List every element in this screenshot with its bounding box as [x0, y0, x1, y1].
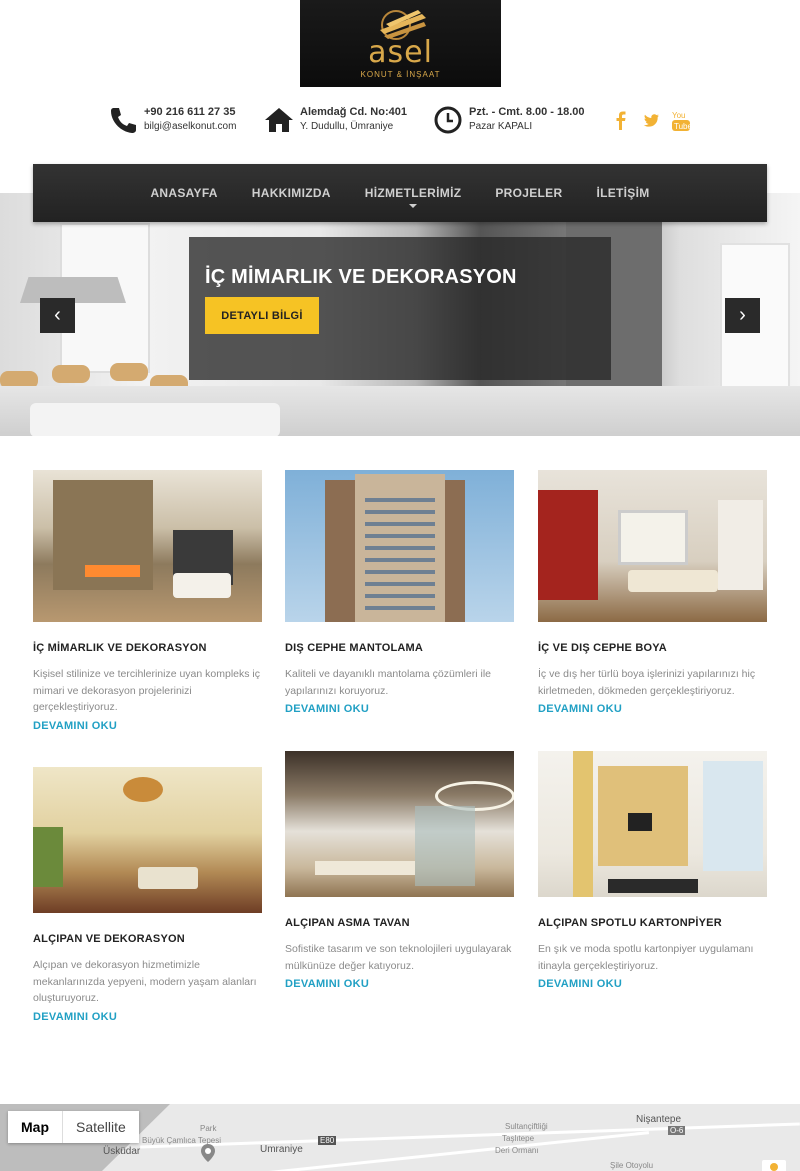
map-road — [140, 1122, 800, 1149]
read-more-link[interactable]: DEVAMINI OKU — [538, 978, 622, 990]
map-tab-map[interactable]: Map — [8, 1111, 63, 1143]
map-label: O-6 — [668, 1126, 686, 1135]
map-label: Nişantepe — [636, 1114, 682, 1125]
youtube-icon[interactable]: You Tube — [672, 110, 692, 131]
service-card: ALÇIPAN ASMA TAVAN Sofistike tasarım ve … — [285, 751, 514, 992]
slider-prev-button[interactable]: ‹ — [40, 298, 75, 333]
facebook-icon[interactable] — [612, 110, 630, 130]
service-title: ALÇIPAN VE DEKORASYON — [33, 933, 185, 945]
service-title: İÇ VE DIŞ CEPHE BOYA — [538, 642, 667, 654]
clock-icon — [434, 106, 462, 134]
service-title: DIŞ CEPHE MANTOLAMA — [285, 642, 424, 654]
nav-item-home[interactable]: ANASAYFA — [150, 186, 217, 200]
map-label: Park — [200, 1124, 217, 1133]
street-view-pegman-icon[interactable] — [762, 1160, 786, 1171]
chevron-right-icon: › — [739, 304, 746, 326]
caret-down-icon — [409, 204, 418, 208]
brand-name: asel — [368, 35, 433, 70]
read-more-link[interactable]: DEVAMINI OKU — [33, 1011, 117, 1023]
service-title: ALÇIPAN SPOTLU KARTONPİYER — [538, 917, 722, 929]
nav-item-services-label: HİZMETLERİMİZ — [364, 186, 462, 200]
main-nav: ANASAYFA HAKKIMIZDA HİZMETLERİMİZ PROJEL… — [33, 164, 767, 222]
nav-item-about[interactable]: HAKKIMIZDA — [252, 186, 331, 200]
address-line2: Y. Dudullu, Ümraniye — [300, 121, 394, 132]
service-text: Sofistike tasarım ve son teknolojileri u… — [285, 943, 512, 972]
nav-item-projects[interactable]: PROJELER — [495, 186, 562, 200]
read-more-link[interactable]: DEVAMINI OKU — [33, 720, 117, 732]
contact-hours-block: Pzt. - Cmt. 8.00 - 18.00 Pazar KAPALI — [433, 105, 585, 139]
contact-phone-block: +90 216 611 27 35 bilgi@aselkonut.com — [108, 105, 236, 139]
map-label: Şile Otoyolu — [610, 1161, 654, 1170]
service-text: Kaliteli ve dayanıklı mantolama çözümler… — [285, 668, 492, 697]
service-text: Alçıpan ve dekorasyon hizmetimizle mekan… — [33, 959, 257, 1004]
service-text: Kişisel stilinize ve tercihlerinize uyan… — [33, 668, 261, 713]
contact-address-block: Alemdağ Cd. No:401 Y. Dudullu, Ümraniye — [264, 105, 407, 139]
email-address[interactable]: bilgi@aselkonut.com — [144, 120, 236, 134]
svg-text:Tube: Tube — [674, 122, 690, 131]
service-image-cornice[interactable] — [538, 751, 767, 897]
social-links: You Tube — [612, 110, 692, 131]
slider-next-button[interactable]: › — [725, 298, 760, 333]
read-more-link[interactable]: DEVAMINI OKU — [285, 978, 369, 990]
hours-line1: Pzt. - Cmt. 8.00 - 18.00 — [469, 106, 585, 118]
hero-title: İÇ MİMARLIK VE DEKORASYON — [205, 266, 517, 288]
brand-tagline: KONUT & İNŞAAT — [360, 70, 441, 79]
home-icon — [265, 108, 293, 132]
nav-item-contact[interactable]: İLETİŞİM — [596, 186, 649, 200]
phone-number[interactable]: +90 216 611 27 35 — [144, 105, 236, 120]
service-text: En şık ve moda spotlu kartonpiyer uygula… — [538, 943, 754, 972]
map-label: Umraniye — [260, 1144, 303, 1155]
address-line1: Alemdağ Cd. No:401 — [300, 106, 407, 118]
service-image-interior[interactable] — [33, 470, 262, 622]
service-card: ALÇIPAN VE DEKORASYON Alçıpan ve dekoras… — [33, 767, 262, 1025]
map-type-toggle: Map Satellite — [8, 1111, 139, 1143]
hero-sofa-graphic — [30, 403, 280, 436]
map-label: Deri Ormanı — [495, 1146, 539, 1155]
service-image-paint[interactable] — [538, 470, 767, 622]
map-label: E80 — [318, 1136, 337, 1145]
read-more-link[interactable]: DEVAMINI OKU — [285, 703, 369, 715]
hero-caption: İÇ MİMARLIK VE DEKORASYON DETAYLI BİLGİ — [189, 237, 611, 380]
read-more-link[interactable]: DEVAMINI OKU — [538, 703, 622, 715]
service-title: İÇ MİMARLIK VE DEKORASYON — [33, 642, 207, 654]
hero-chair-graphic — [110, 363, 148, 381]
map-pin-icon[interactable] — [201, 1144, 215, 1162]
service-card: İÇ VE DIŞ CEPHE BOYA İç ve dış her türlü… — [538, 470, 767, 717]
map-label: Üsküdar — [103, 1146, 141, 1157]
service-card: ALÇIPAN SPOTLU KARTONPİYER En şık ve mod… — [538, 751, 767, 992]
service-card: DIŞ CEPHE MANTOLAMA Kaliteli ve dayanıkl… — [285, 470, 514, 717]
service-image-facade[interactable] — [285, 470, 514, 622]
twitter-icon[interactable] — [642, 110, 660, 130]
hero-detail-button[interactable]: DETAYLI BİLGİ — [205, 297, 319, 334]
site-logo[interactable]: asel KONUT & İNŞAAT — [300, 0, 501, 87]
service-card: İÇ MİMARLIK VE DEKORASYON Kişisel stilin… — [33, 470, 262, 734]
hours-line2: Pazar KAPALI — [469, 121, 533, 132]
service-image-drywall-decor[interactable] — [33, 767, 262, 913]
svg-text:You: You — [672, 111, 686, 120]
service-title: ALÇIPAN ASMA TAVAN — [285, 917, 410, 929]
phone-icon — [111, 108, 136, 133]
service-text: İç ve dış her türlü boya işlerinizi yapı… — [538, 668, 756, 697]
service-image-suspended-ceiling[interactable] — [285, 751, 514, 897]
hero-chair-graphic — [52, 365, 90, 383]
map-tab-satellite[interactable]: Satellite — [63, 1111, 139, 1143]
map-label: Taşlıtepe — [502, 1134, 535, 1143]
nav-item-services[interactable]: HİZMETLERİMİZ — [364, 186, 462, 208]
map-label: Sultançiftliği — [505, 1122, 548, 1131]
chevron-left-icon: ‹ — [54, 304, 61, 326]
